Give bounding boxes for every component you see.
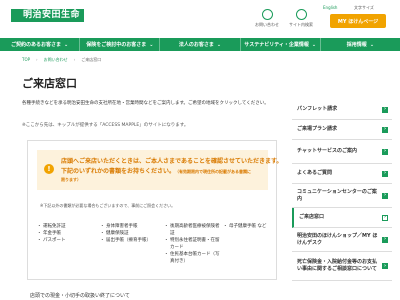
chevron-down-icon: ⌄ xyxy=(149,41,154,48)
chevron-right-icon: › xyxy=(382,236,388,243)
brand-logo[interactable]: 明治安田生命 xyxy=(11,9,85,22)
sidebar-item-label: ご来店窓口 xyxy=(299,214,325,220)
nav-item-corporate[interactable]: 法人のお客さま ⌄ xyxy=(160,38,241,51)
chevron-down-icon: ⌄ xyxy=(369,41,375,48)
warning-line-2-main: 下記のいずれかの書類をお持ちください。 xyxy=(61,168,176,175)
breadcrumb-separator: › xyxy=(36,57,38,62)
list-item: 後期高齢者医療被保険者証 xyxy=(164,223,223,237)
chevron-right-icon: › xyxy=(382,214,388,221)
site-header: 明治安田生命 お問い合わせ サイト内検索 English 文字サイズ MY ほけ… xyxy=(0,0,400,36)
chevron-down-icon: ⌄ xyxy=(216,41,222,48)
list-item: 身体障害者手帳 xyxy=(100,223,161,230)
warning-box: ! 店頭へご来店いただくときは、ご本人さまであることを確認させていただきます。 … xyxy=(37,150,282,190)
brand-name: 明治安田生命 xyxy=(21,9,85,22)
warning-line-2: 下記のいずれかの書類をお持ちください。（有効期限内で現住所の記載がある書類に xyxy=(61,166,251,175)
sidebar: パンフレット請求 › ご来場プラン請求 › チャットサービスのご案内 › よくあるご質… xyxy=(292,100,392,281)
sidebar-item-label: 死亡保険金・入院給付金等のお支払い事由に関するご相談窓口について xyxy=(297,259,378,272)
sidebar-item-label: ご来場プラン請求 xyxy=(297,126,338,132)
english-link[interactable]: English xyxy=(323,5,337,10)
list-item: 母子健康手帳 など xyxy=(223,223,276,230)
nav-label: サステナビリティ・企業情報 xyxy=(244,42,309,48)
nav-item-recruit[interactable]: 採用情報 ⌄ xyxy=(321,38,400,51)
sidebar-item-visit-plan[interactable]: ご来場プラン請求 › xyxy=(292,120,392,140)
logo-mark-icon xyxy=(11,9,21,22)
sidebar-item-pamphlet[interactable]: パンフレット請求 › xyxy=(292,100,392,120)
breadcrumb-top[interactable]: TOP xyxy=(22,57,30,63)
site-search-label: サイト内検索 xyxy=(289,22,313,27)
contact-icon xyxy=(261,9,273,20)
sidebar-item-label: よくあるご質問 xyxy=(297,170,333,176)
warning-line-2-note: （有効期限内で現住所の記載がある書類に xyxy=(175,169,252,174)
breadcrumb-current: ご来店窓口 xyxy=(81,57,102,62)
font-size-control[interactable]: 文字サイズ xyxy=(354,5,374,11)
list-item: 住民基本台帳カード（写真付き） xyxy=(164,251,223,265)
chevron-right-icon: › xyxy=(382,106,388,113)
documents-list: 母子健康手帳 など xyxy=(223,223,276,230)
exclamation-icon: ! xyxy=(44,164,54,174)
breadcrumb: TOP › お問い合わせ › ご来店窓口 xyxy=(22,57,101,63)
breadcrumb-separator: › xyxy=(73,57,76,62)
contact-label: お問い合わせ xyxy=(255,22,279,27)
sidebar-item-label: チャットサービスのご案内 xyxy=(297,148,357,154)
chevron-down-icon: ⌄ xyxy=(311,41,317,48)
id-notice-card: ! 店頭へご来店いただくときは、ご本人さまであることを確認させていただきます。 … xyxy=(27,140,282,280)
nav-label: 保険をご検討中のお客さま xyxy=(86,42,147,48)
page-title: ご来店窓口 xyxy=(22,77,77,90)
documents-list: 後期高齢者医療被保険者証 特別永住者証明書・在留カード 住民基本台帳カード（写真… xyxy=(164,223,223,265)
mypage-button[interactable]: MY ほけんページ xyxy=(330,14,386,28)
sidebar-item-label: パンフレット請求 xyxy=(297,106,338,112)
sidebar-item-comm-center[interactable]: コミュニケーションセンターのご案内 › xyxy=(292,184,392,208)
documents-note: ※下記以外の書類が必要な場合もございますので、事前にご照会ください。 xyxy=(40,203,176,208)
list-item: 健康保険証 xyxy=(100,230,161,237)
global-nav: ご契約のあるお客さま ⌄ 保険をご検討中のお客さま ⌄ 法人のお客さま ⌄ サステナビ… xyxy=(0,38,400,51)
breadcrumb-contact[interactable]: お問い合わせ xyxy=(44,57,68,63)
list-item: 特別永住者証明書・在留カード xyxy=(164,237,223,251)
nav-label: 採用情報 xyxy=(346,42,367,48)
sidebar-item-chat[interactable]: チャットサービスのご案内 › xyxy=(292,140,392,164)
intro-text: 各種手続きなどを承る明治安田生命の支社所在地・営業時間などをご案内します。ご希望… xyxy=(22,101,269,106)
sidebar-item-faq[interactable]: よくあるご質問 › xyxy=(292,164,392,184)
documents-list: 運転免許証 年金手帳 パスポート xyxy=(37,223,98,244)
search-icon xyxy=(295,9,307,20)
sidebar-item-store-window[interactable]: ご来店窓口 › xyxy=(292,208,392,228)
list-item: パスポート xyxy=(37,237,98,244)
nav-label: ご契約のあるお客さま xyxy=(10,42,61,48)
sidebar-item-label: コミュニケーションセンターのご案内 xyxy=(297,188,377,202)
list-item: 届出手帳（療育手帳） xyxy=(100,237,161,244)
nav-item-sustainability[interactable]: サステナビリティ・企業情報 ⌄ xyxy=(241,38,321,51)
warning-line-3: 限ります） xyxy=(61,177,81,182)
chevron-right-icon: › xyxy=(382,148,388,155)
chevron-right-icon: › xyxy=(382,170,388,177)
warning-line-1: 店頭へご来店いただくときは、ご本人さまであることを確認させていただきます。 xyxy=(61,158,283,165)
section-heading: 店頭での現金・小切手の取扱い終了について xyxy=(30,293,130,299)
nav-item-contract-holders[interactable]: ご契約のあるお客さま ⌄ xyxy=(0,38,81,51)
chevron-right-icon: › xyxy=(382,126,388,133)
documents-list: 身体障害者手帳 健康保険証 届出手帳（療育手帳） xyxy=(100,223,161,244)
site-search-button[interactable]: サイト内検索 xyxy=(289,9,313,28)
contact-button[interactable]: お問い合わせ xyxy=(255,9,279,28)
sidebar-item-claims-consult[interactable]: 死亡保険金・入院給付金等のお支払い事由に関するご相談窓口について › xyxy=(292,252,392,281)
list-item: 年金手帳 xyxy=(37,230,98,237)
chevron-down-icon: ⌄ xyxy=(64,41,69,48)
nav-item-prospective[interactable]: 保険をご検討中のお客さま ⌄ xyxy=(80,38,161,51)
list-item: 運転免許証 xyxy=(37,223,98,230)
sidebar-item-label: 明治安田のほけんショップ／MY ほけんデスク xyxy=(297,232,378,246)
sidebar-item-hoken-shop[interactable]: 明治安田のほけんショップ／MY ほけんデスク › xyxy=(292,228,392,252)
chevron-right-icon: › xyxy=(382,262,388,269)
nav-label: 法人のお客さま xyxy=(178,42,214,48)
chevron-right-icon: › xyxy=(382,192,388,199)
intro-note: ※ここから先は、キップルが提供する「ACCESS MAPPLE」のサイトになりま… xyxy=(22,123,189,128)
